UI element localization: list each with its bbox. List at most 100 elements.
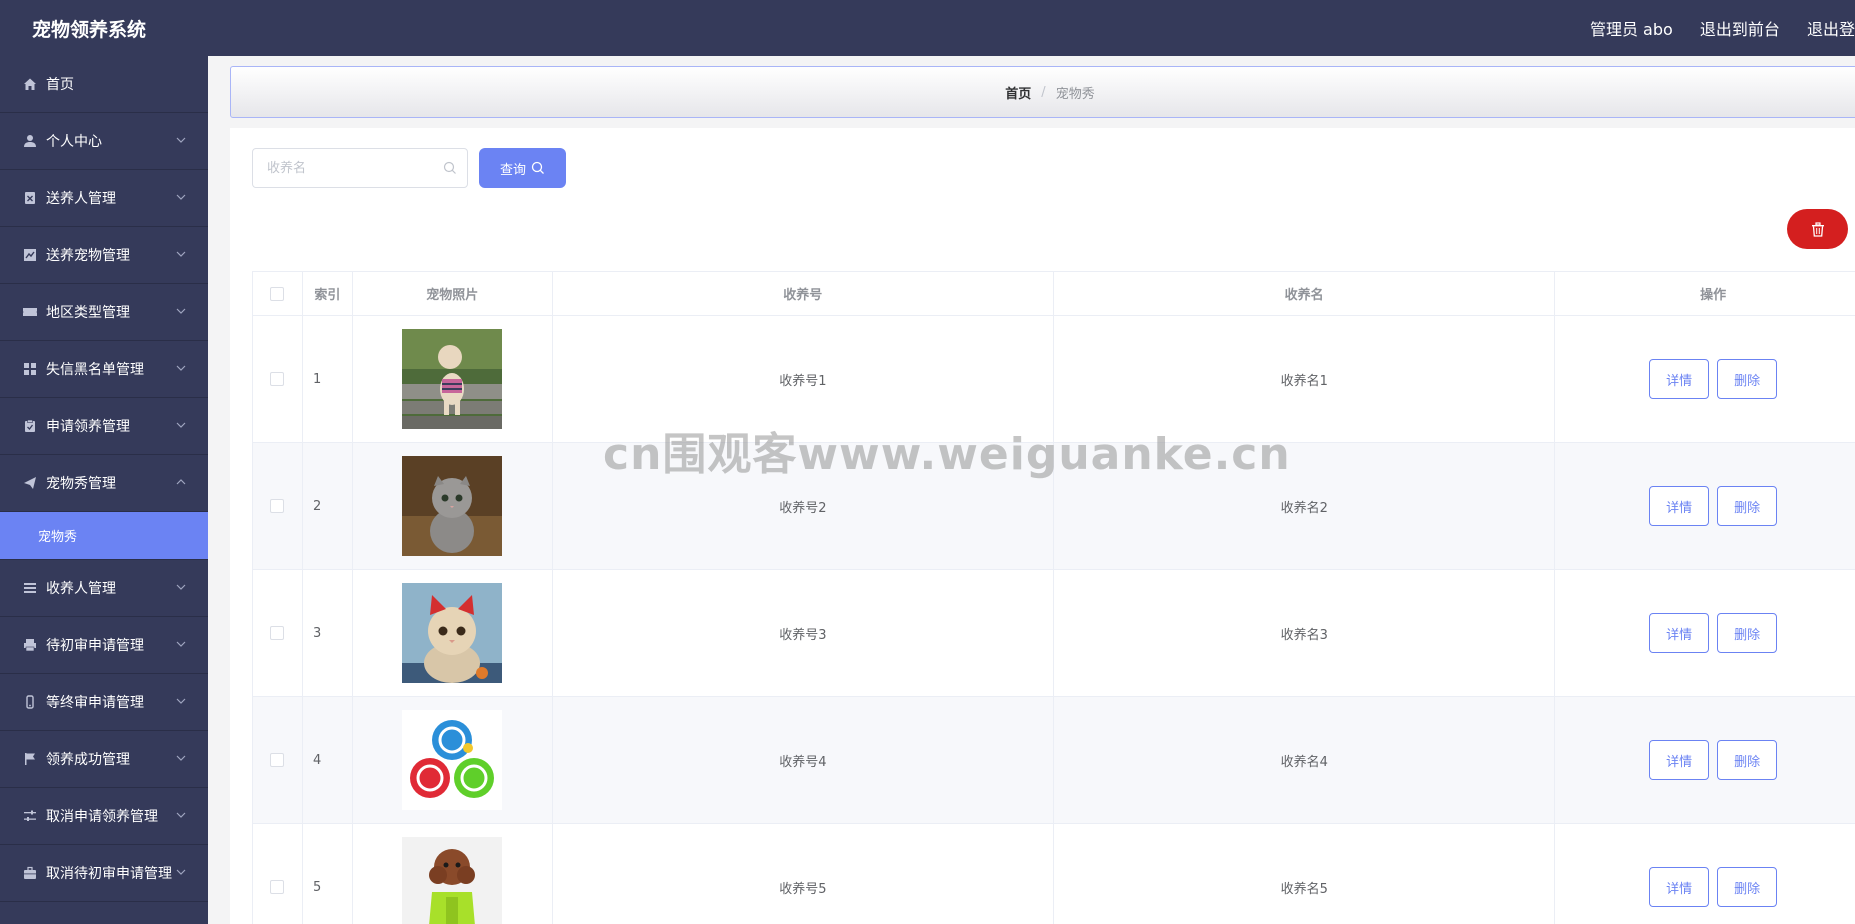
header-ops: 操作	[1700, 288, 1727, 303]
row-check-cell	[253, 570, 303, 696]
front-link[interactable]: 退出到前台	[1700, 16, 1780, 40]
sidebar-item-pet-show-management[interactable]: 宠物秀管理	[0, 455, 208, 512]
sidebar-subitem-pet-show[interactable]: 宠物秀	[0, 512, 208, 560]
row-checkbox[interactable]	[270, 753, 285, 767]
query-button[interactable]: 查询	[479, 148, 566, 188]
pet-photo-ball-toys[interactable]	[402, 710, 503, 810]
row-photo-cell	[353, 824, 553, 924]
logout-link[interactable]: 退出登	[1807, 16, 1855, 40]
sidebar-item-blacklist[interactable]: 失信黑名单管理	[0, 341, 208, 398]
row-checkbox[interactable]	[270, 880, 285, 894]
sidebar-item-label: 收养人管理	[46, 581, 116, 597]
row-photo-cell	[353, 316, 553, 442]
chevron-down-icon	[176, 251, 186, 257]
delete-button[interactable]: 删除	[1717, 613, 1778, 653]
chevron-down-icon	[176, 584, 186, 590]
search-icon	[443, 161, 456, 174]
row-check-cell	[253, 824, 303, 924]
chevron-down-icon	[176, 308, 186, 314]
row-adopt-name: 收养名5	[1054, 824, 1556, 924]
sidebar-menu: 首页 个人中心 送养人管理 送养宠物管理 地区类型管理 失信黑名单管理 申请领养…	[0, 56, 208, 924]
pet-photo-white-poodle[interactable]	[402, 329, 503, 429]
detail-button[interactable]: 详情	[1649, 613, 1710, 653]
pet-photo-grey-kitten[interactable]	[402, 456, 503, 556]
row-adopt-name: 收养名4	[1054, 697, 1556, 823]
search-input[interactable]	[253, 149, 433, 187]
top-bar: 宠物领养系统 管理员 abo 退出到前台 退出登	[0, 0, 1855, 56]
row-check-cell	[253, 316, 303, 442]
row-photo-cell	[353, 697, 553, 823]
detail-button[interactable]: 详情	[1649, 486, 1710, 526]
sidebar-item-label: 首页	[46, 77, 74, 93]
sidebar-item-label: 送养人管理	[46, 191, 116, 207]
row-adopt-no: 收养号1	[553, 316, 1055, 442]
select-all-checkbox[interactable]	[270, 286, 285, 301]
batch-delete-button[interactable]	[1787, 209, 1848, 249]
sidebar-item-giver-management[interactable]: 送养人管理	[0, 170, 208, 227]
pet-photo-kitten-ears[interactable]	[402, 583, 503, 683]
detail-button[interactable]: 详情	[1649, 740, 1710, 780]
clipboard-icon	[22, 418, 38, 434]
chevron-down-icon	[176, 698, 186, 704]
sidebar-item-cancel-first-review[interactable]: 取消待初审申请管理	[0, 845, 208, 902]
pet-show-table: 索引 宠物照片 收养号 收养名 操作 1 收养号1 收养名1 详情 删除 2 收…	[252, 271, 1855, 924]
sidebar-item-label: 领养成功管理	[46, 752, 130, 768]
sidebar-item-adopter-management[interactable]: 收养人管理	[0, 560, 208, 617]
sidebar-item-home[interactable]: 首页	[0, 56, 208, 113]
main-area: 首页 / 宠物秀 查询 索引 宠物照片 收养号 收养名 操作	[208, 56, 1855, 924]
table-row: 4 收养号4 收养名4 详情 删除	[253, 697, 1855, 824]
chevron-down-icon	[176, 641, 186, 647]
sidebar-item-label: 失信黑名单管理	[46, 362, 144, 378]
chevron-down-icon	[176, 194, 186, 200]
table-row: 1 收养号1 收养名1 详情 删除	[253, 316, 1855, 443]
sidebar-item-label: 地区类型管理	[46, 305, 130, 321]
row-photo-cell	[353, 570, 553, 696]
table-row: 2 收养号2 收养名2 详情 删除	[253, 443, 1855, 570]
search-box	[252, 148, 468, 188]
sidebar-item-label: 待初审申请管理	[46, 638, 144, 654]
header-photo: 宠物照片	[353, 272, 553, 315]
send-icon	[22, 475, 38, 491]
delete-button[interactable]: 删除	[1717, 740, 1778, 780]
chevron-down-icon	[176, 812, 186, 818]
sidebar-item-pet-management[interactable]: 送养宠物管理	[0, 227, 208, 284]
sidebar-item-region-type[interactable]: 地区类型管理	[0, 284, 208, 341]
breadcrumb-home[interactable]: 首页	[1005, 83, 1031, 102]
delete-button[interactable]: 删除	[1717, 486, 1778, 526]
chart-icon	[22, 247, 38, 263]
sidebar-item-final-review[interactable]: 等终审申请管理	[0, 674, 208, 731]
row-checkbox[interactable]	[270, 499, 285, 513]
row-ops-cell: 详情 删除	[1555, 824, 1855, 924]
row-ops-cell: 详情 删除	[1555, 697, 1855, 823]
row-adopt-no: 收养号4	[553, 697, 1055, 823]
table-row: 5 收养号5 收养名5 详情 删除	[253, 824, 1855, 924]
row-checkbox[interactable]	[270, 626, 285, 640]
delete-button[interactable]: 删除	[1717, 359, 1778, 399]
sidebar-item-adoption-application[interactable]: 申请领养管理	[0, 398, 208, 455]
header-adopt-no: 收养号	[553, 272, 1054, 315]
sidebar-item-personal-center[interactable]: 个人中心	[0, 113, 208, 170]
home-icon	[22, 76, 38, 92]
row-index: 1	[303, 316, 353, 442]
row-ops-cell: 详情 删除	[1555, 570, 1855, 696]
row-checkbox[interactable]	[270, 372, 285, 386]
delete-button[interactable]: 删除	[1717, 867, 1778, 907]
sidebar-item-first-review[interactable]: 待初审申请管理	[0, 617, 208, 674]
breadcrumb-current: 宠物秀	[1055, 86, 1095, 102]
sidebar-item-label: 宠物秀管理	[46, 476, 116, 492]
row-check-cell	[253, 697, 303, 823]
row-adopt-no: 收养号5	[553, 824, 1055, 924]
header-adopt-name: 收养名	[1054, 272, 1556, 315]
pet-photo-brown-poodle[interactable]	[402, 837, 503, 924]
table-header-row: 索引 宠物照片 收养号 收养名 操作	[253, 272, 1855, 316]
sidebar-item-adoption-success[interactable]: 领养成功管理	[0, 731, 208, 788]
breadcrumb: 首页 / 宠物秀	[230, 66, 1855, 118]
phone-icon	[22, 694, 38, 710]
sidebar-item-cancel-application[interactable]: 取消申请领养管理	[0, 788, 208, 845]
row-index: 3	[303, 570, 353, 696]
row-adopt-no: 收养号3	[553, 570, 1055, 696]
detail-button[interactable]: 详情	[1649, 867, 1710, 907]
row-photo-cell	[353, 443, 553, 569]
detail-button[interactable]: 详情	[1649, 359, 1710, 399]
ticket-icon	[22, 304, 38, 320]
